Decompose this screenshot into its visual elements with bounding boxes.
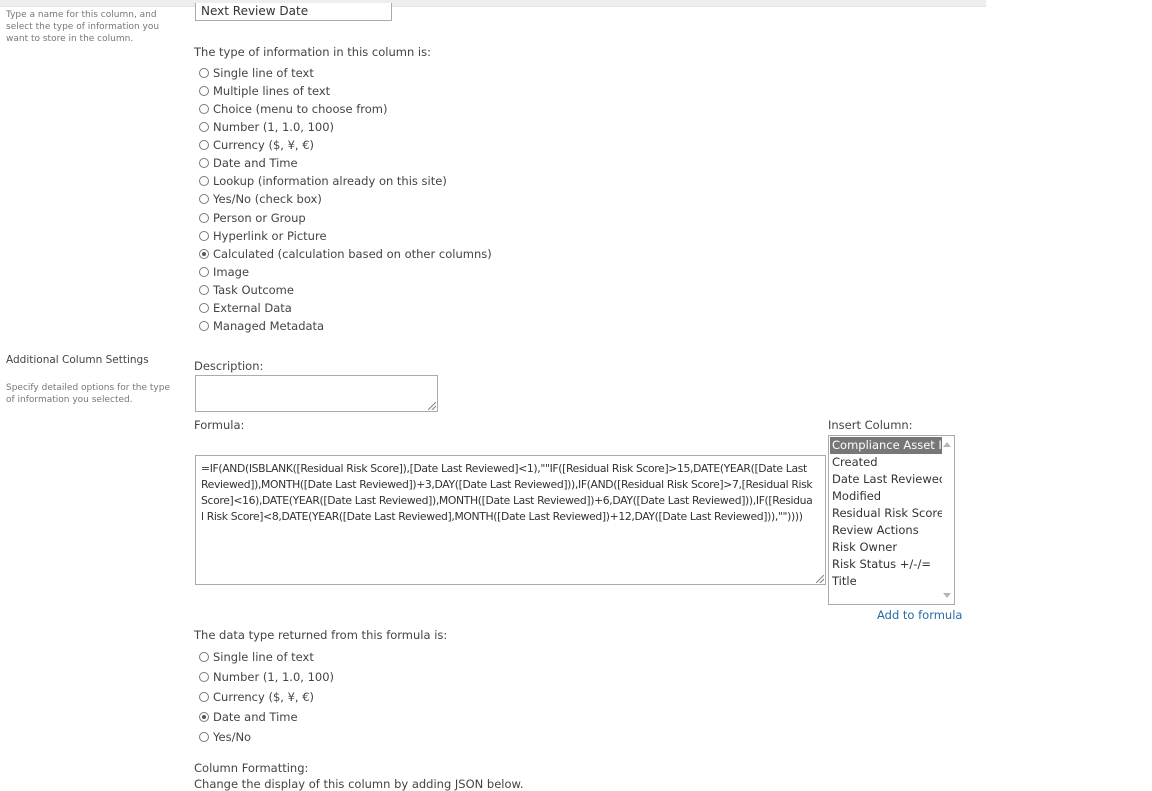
add-to-formula-link[interactable]: Add to formula — [877, 608, 962, 622]
radio-unchecked-icon[interactable] — [199, 652, 209, 662]
column-type-option-label: Managed Metadata — [213, 318, 325, 333]
radio-checked-icon[interactable] — [199, 712, 209, 722]
column-type-option-label: Choice (menu to choose from) — [213, 102, 388, 117]
formula-textarea[interactable]: =IF(AND(ISBLANK([Residual Risk Score]),[… — [195, 455, 826, 585]
column-type-option-label: Lookup (information already on this site… — [213, 174, 447, 189]
radio-unchecked-icon[interactable] — [199, 302, 209, 313]
insert-column-option[interactable]: Modified — [830, 488, 942, 505]
column-formatting-label: Column Formatting: — [194, 761, 309, 775]
column-type-option[interactable]: Image — [199, 263, 492, 281]
radio-checked-icon[interactable] — [199, 248, 209, 259]
name-section-description: Type a name for this column, and select … — [6, 10, 160, 44]
description-label: Description: — [194, 359, 264, 373]
insert-column-option[interactable]: Residual Risk Score — [830, 505, 942, 522]
column-type-option-label: Multiple lines of text — [213, 84, 331, 99]
radio-unchecked-icon[interactable] — [199, 176, 209, 187]
column-type-option[interactable]: Single line of text — [199, 64, 492, 82]
return-type-option[interactable]: Yes/No — [199, 727, 334, 747]
scroll-down-arrow-icon[interactable] — [943, 593, 951, 598]
radio-unchecked-icon[interactable] — [199, 212, 209, 223]
radio-unchecked-icon[interactable] — [199, 320, 209, 331]
formula-text: =IF(AND(ISBLANK([Residual Risk Score]),[… — [201, 462, 813, 523]
radio-unchecked-icon[interactable] — [199, 230, 209, 241]
column-type-option[interactable]: Choice (menu to choose from) — [199, 100, 492, 118]
return-type-option[interactable]: Number (1, 1.0, 100) — [199, 667, 334, 687]
insert-column-option[interactable]: Created — [830, 454, 942, 471]
resize-grip-icon[interactable] — [428, 402, 436, 410]
column-type-option-label: Yes/No (check box) — [213, 192, 322, 207]
column-type-radio-group: Single line of text Multiple lines of tex… — [199, 64, 492, 335]
column-type-option[interactable]: Multiple lines of text — [199, 82, 492, 100]
column-type-option[interactable]: External Data — [199, 299, 492, 317]
radio-unchecked-icon[interactable] — [199, 692, 209, 702]
radio-unchecked-icon[interactable] — [199, 86, 209, 97]
insert-column-label: Insert Column: — [828, 418, 913, 432]
additional-settings-description: Specify detailed options for the type of… — [6, 383, 170, 405]
radio-unchecked-icon[interactable] — [199, 104, 209, 115]
return-type-option[interactable]: Date and Time — [199, 707, 334, 727]
insert-column-option[interactable]: Compliance Asset Id — [830, 437, 942, 454]
return-type-option[interactable]: Single line of text — [199, 647, 334, 667]
column-type-option-label: Date and Time — [213, 156, 298, 171]
insert-column-listbox[interactable]: Compliance Asset Id Created Date Last Revi… — [828, 435, 955, 605]
column-type-option-label: Task Outcome — [213, 282, 294, 297]
column-type-option-label: Image — [213, 264, 250, 279]
return-type-label: The data type returned from this formula… — [194, 628, 448, 642]
column-type-option[interactable]: Person or Group — [199, 209, 492, 227]
column-type-option-label: Currency ($, ¥, €) — [213, 138, 315, 153]
column-type-option[interactable]: Task Outcome — [199, 281, 492, 299]
insert-column-option[interactable]: Review Actions — [830, 522, 942, 539]
column-type-option-label: Single line of text — [213, 66, 314, 81]
radio-unchecked-icon[interactable] — [199, 122, 209, 133]
return-type-option-label: Currency ($, ¥, €) — [213, 690, 315, 704]
column-type-option-label: Calculated (calculation based on other c… — [213, 246, 492, 261]
column-type-option[interactable]: Lookup (information already on this site… — [199, 172, 492, 190]
column-formatting-hint: Change the display of this column by add… — [194, 777, 524, 791]
column-type-option[interactable]: Date and Time — [199, 154, 492, 172]
radio-unchecked-icon[interactable] — [199, 68, 209, 79]
column-type-option[interactable]: Calculated (calculation based on other c… — [199, 245, 492, 263]
return-type-radio-group: Single line of text Number (1, 1.0, 100) C… — [199, 647, 334, 747]
return-type-option[interactable]: Currency ($, ¥, €) — [199, 687, 334, 707]
column-type-option-label: Hyperlink or Picture — [213, 228, 327, 243]
column-type-option[interactable]: Hyperlink or Picture — [199, 227, 492, 245]
type-section-label: The type of information in this column i… — [194, 45, 431, 59]
additional-settings-heading: Additional Column Settings — [6, 354, 149, 366]
radio-unchecked-icon[interactable] — [199, 194, 209, 205]
return-type-option-label: Single line of text — [213, 650, 314, 664]
column-type-option[interactable]: Managed Metadata — [199, 317, 492, 335]
insert-column-option[interactable]: Title — [830, 573, 942, 590]
return-type-option-label: Number (1, 1.0, 100) — [213, 670, 335, 684]
scroll-up-arrow-icon[interactable] — [943, 442, 951, 447]
column-type-option-label: Person or Group — [213, 210, 306, 225]
column-name-input[interactable] — [195, 3, 392, 21]
description-textarea[interactable] — [195, 375, 438, 412]
insert-column-option[interactable]: Risk Owner — [830, 539, 942, 556]
radio-unchecked-icon[interactable] — [199, 284, 209, 295]
formula-label: Formula: — [194, 418, 245, 432]
column-type-option-label: External Data — [213, 300, 292, 315]
column-type-option-label: Number (1, 1.0, 100) — [213, 120, 335, 135]
column-type-option[interactable]: Number (1, 1.0, 100) — [199, 118, 492, 136]
radio-unchecked-icon[interactable] — [199, 266, 209, 277]
insert-column-option[interactable]: Date Last Reviewed — [830, 471, 942, 488]
top-toolbar-strip — [0, 0, 986, 7]
return-type-option-label: Yes/No — [213, 730, 252, 744]
radio-unchecked-icon[interactable] — [199, 140, 209, 151]
insert-column-option[interactable]: Risk Status +/-/= — [830, 556, 942, 573]
radio-unchecked-icon[interactable] — [199, 158, 209, 169]
column-type-option[interactable]: Yes/No (check box) — [199, 190, 492, 208]
return-type-option-label: Date and Time — [213, 710, 298, 724]
radio-unchecked-icon[interactable] — [199, 732, 209, 742]
radio-unchecked-icon[interactable] — [199, 672, 209, 682]
column-type-option[interactable]: Currency ($, ¥, €) — [199, 136, 492, 154]
resize-grip-icon[interactable] — [816, 575, 824, 583]
